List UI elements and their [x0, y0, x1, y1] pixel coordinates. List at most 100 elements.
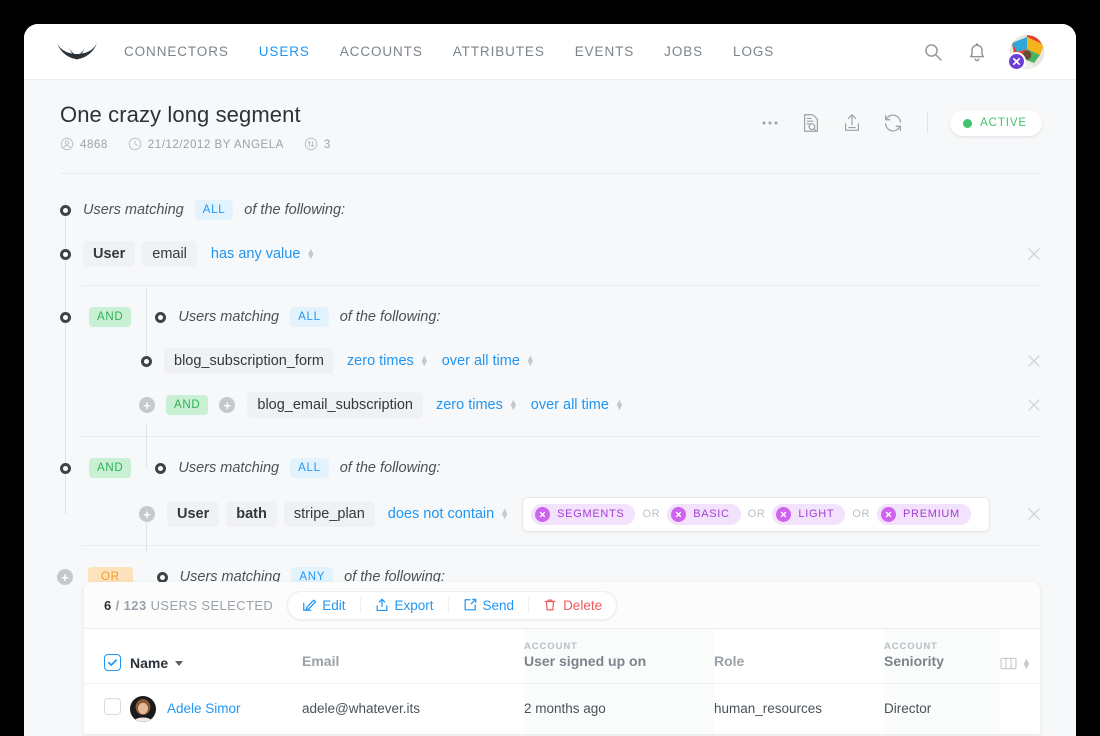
remove-condition-button[interactable] [1026, 506, 1042, 522]
condition-attribute[interactable]: email [142, 241, 197, 267]
node-marker[interactable] [60, 311, 71, 323]
selected-count: 6 [104, 597, 112, 613]
refresh-icon[interactable] [881, 111, 905, 135]
wing-logo-icon[interactable] [54, 37, 100, 67]
condition-scope[interactable]: bath [226, 501, 277, 527]
condition-frequency-label: zero times [346, 353, 414, 369]
condition-frequency[interactable]: zero times ▲ ▼ [436, 397, 518, 413]
bell-icon[interactable] [966, 41, 988, 63]
tree-line-group4 [146, 522, 147, 552]
page-title: One crazy long segment [60, 102, 301, 127]
node-marker[interactable] [141, 355, 152, 367]
nav-link-users[interactable]: USERS [259, 44, 310, 59]
operator-badge-all[interactable]: ALL [290, 458, 329, 478]
send-icon [464, 598, 476, 611]
nav-link-accounts[interactable]: ACCOUNTS [340, 44, 423, 59]
condition-attribute[interactable]: stripe_plan [283, 501, 375, 527]
tag-label: LIGHT [798, 508, 835, 520]
remove-condition-button[interactable] [1026, 353, 1042, 369]
condition-timeframe-label: over all time [441, 353, 520, 369]
condition-timeframe-label: over all time [530, 397, 609, 413]
node-marker[interactable] [60, 462, 71, 474]
remove-tag-icon[interactable] [671, 506, 687, 522]
condition-operator[interactable]: has any value ▲ ▼ [211, 246, 315, 262]
bulk-actions-group: Edit Export Send Delete [287, 590, 618, 620]
tag-separator: OR [747, 508, 766, 520]
select-all-checkbox[interactable] [104, 654, 121, 671]
meta-users-count: 4868 [60, 137, 108, 151]
nav-link-logs[interactable]: LOGS [733, 44, 774, 59]
nav-link-attributes[interactable]: ATTRIBUTES [453, 44, 545, 59]
edit-button[interactable]: Edit [288, 598, 359, 613]
nav-link-connectors[interactable]: CONNECTORS [124, 44, 229, 59]
row-select-cell [84, 683, 130, 734]
operator-badge-all[interactable]: ALL [194, 200, 234, 220]
remove-tag-icon[interactable] [776, 506, 792, 522]
upload-icon[interactable] [840, 111, 864, 135]
condition-event[interactable]: blog_email_subscription [247, 392, 423, 418]
node-marker[interactable] [155, 462, 167, 474]
node-marker[interactable] [60, 204, 71, 216]
avatar[interactable] [1007, 34, 1044, 71]
node-marker[interactable] [60, 248, 71, 260]
joiner-badge-and[interactable]: AND [166, 395, 209, 415]
column-label-signed-up: User signed up on [524, 653, 647, 669]
row-name-link[interactable]: Adele Simor [167, 701, 241, 716]
nav-link-events[interactable]: EVENTS [575, 44, 634, 59]
tag-chip[interactable]: PREMIUM [877, 503, 971, 525]
document-search-icon[interactable] [799, 111, 823, 135]
status-badge[interactable]: ACTIVE [950, 110, 1042, 136]
tag-chip[interactable]: BASIC [667, 503, 741, 525]
export-button[interactable]: Export [359, 597, 448, 613]
divider [927, 113, 929, 133]
remove-condition-button[interactable] [1026, 246, 1042, 262]
column-header-role[interactable]: Role [714, 629, 884, 684]
condition-event[interactable]: blog_subscription_form [164, 348, 334, 374]
columns-icon[interactable]: ▲ ▼ [1000, 656, 1040, 671]
add-condition-button[interactable]: + [139, 397, 155, 413]
chevron-updown-icon: ▲ ▼ [614, 397, 624, 412]
add-group-button[interactable]: + [57, 569, 73, 585]
select-all-header [84, 629, 130, 684]
node-marker[interactable] [155, 311, 167, 323]
sort-caret-icon [175, 660, 184, 666]
add-condition-button[interactable]: + [219, 397, 236, 413]
tag-value-input[interactable]: SEGMENTS OR BASIC OR LIGHT OR PREMIUM [522, 496, 991, 532]
remove-condition-button[interactable] [1026, 397, 1042, 413]
column-header-name[interactable]: Name [130, 629, 302, 684]
joiner-badge-and[interactable]: AND [89, 458, 132, 478]
tag-chip[interactable]: SEGMENTS [531, 503, 636, 525]
add-condition-button[interactable]: + [139, 506, 155, 522]
table-row[interactable]: Adele Simor adele@whatever.its 2 months … [84, 683, 1040, 734]
condition-entity[interactable]: User [83, 241, 136, 267]
column-header-seniority[interactable]: ACCOUNT Seniority [884, 629, 1000, 684]
status-dot-icon [963, 118, 973, 128]
close-x-icon[interactable] [1007, 51, 1026, 71]
column-header-email[interactable]: Email [302, 629, 524, 684]
column-header-signed-up[interactable]: ACCOUNT User signed up on [524, 629, 714, 684]
delete-button[interactable]: Delete [528, 597, 616, 613]
column-options-header[interactable]: ▲ ▼ [1000, 629, 1040, 684]
condition-frequency[interactable]: zero times ▲ ▼ [347, 353, 429, 369]
meta-created-text: 21/12/2012 BY ANGELA [147, 137, 284, 151]
chevron-updown-icon[interactable]: ▲ ▼ [1022, 656, 1031, 670]
condition-operator[interactable]: does not contain ▲ ▼ [388, 506, 509, 522]
chevron-updown-icon: ▲ ▼ [306, 246, 316, 261]
condition-timeframe[interactable]: over all time ▲ ▼ [531, 397, 624, 413]
ellipsis-icon[interactable] [758, 111, 782, 135]
condition-frequency-label: zero times [435, 397, 503, 413]
search-icon[interactable] [922, 41, 944, 63]
send-button[interactable]: Send [447, 597, 529, 613]
operator-badge-all[interactable]: ALL [290, 307, 329, 327]
remove-tag-icon[interactable] [881, 506, 897, 522]
joiner-badge-and[interactable]: AND [89, 307, 132, 327]
nav-link-jobs[interactable]: JOBS [664, 44, 703, 59]
meta-syncs-text: 3 [323, 137, 331, 151]
condition-timeframe[interactable]: over all time ▲ ▼ [442, 353, 535, 369]
tag-chip[interactable]: LIGHT [772, 503, 846, 525]
remove-tag-icon[interactable] [535, 506, 551, 522]
condition-entity[interactable]: User [167, 501, 220, 527]
node-marker[interactable] [156, 571, 168, 583]
match-prefix: Users matching [83, 202, 184, 218]
row-checkbox[interactable] [104, 697, 121, 715]
